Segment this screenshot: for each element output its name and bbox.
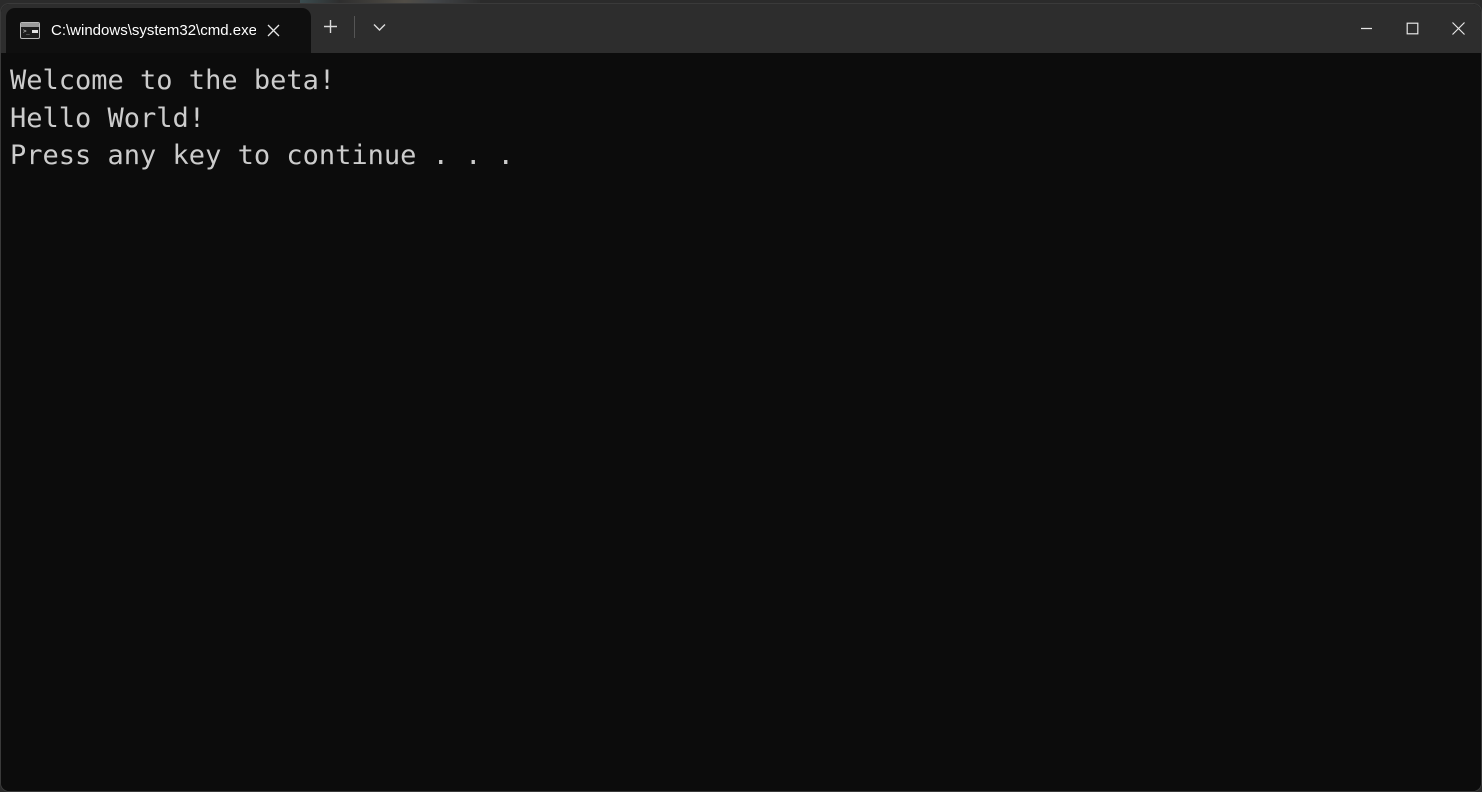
title-bar[interactable]: >_ C:\windows\system32\cmd.exe <box>1 4 1481 53</box>
tab-actions <box>311 4 398 53</box>
close-tab-button[interactable] <box>256 14 290 48</box>
terminal-window: >_ C:\windows\system32\cmd.exe Welcome t… <box>0 3 1482 792</box>
maximize-button[interactable] <box>1389 4 1435 53</box>
terminal-line: Hello World! <box>10 102 206 134</box>
tab-actions-divider <box>354 15 355 38</box>
new-tab-button[interactable] <box>311 10 349 44</box>
window-caption-buttons <box>1343 4 1481 53</box>
terminal-line: Press any key to continue . . . <box>10 140 514 171</box>
console-prompt-glyph: >_ <box>23 28 30 35</box>
console-window-icon: >_ <box>20 22 40 39</box>
title-bar-drag-area[interactable] <box>398 4 1343 53</box>
tab-strip: >_ C:\windows\system32\cmd.exe <box>1 4 398 53</box>
minimize-button[interactable] <box>1343 4 1389 53</box>
tab-title: C:\windows\system32\cmd.exe <box>51 21 256 39</box>
tab-cmd[interactable]: >_ C:\windows\system32\cmd.exe <box>6 8 311 53</box>
terminal-output-area[interactable]: Welcome to the beta! Hello World! Press … <box>1 53 1481 791</box>
close-window-button[interactable] <box>1435 4 1481 53</box>
tab-dropdown-button[interactable] <box>360 10 398 44</box>
terminal-line: Welcome to the beta! <box>10 65 336 96</box>
console-icon-bar <box>32 30 38 33</box>
